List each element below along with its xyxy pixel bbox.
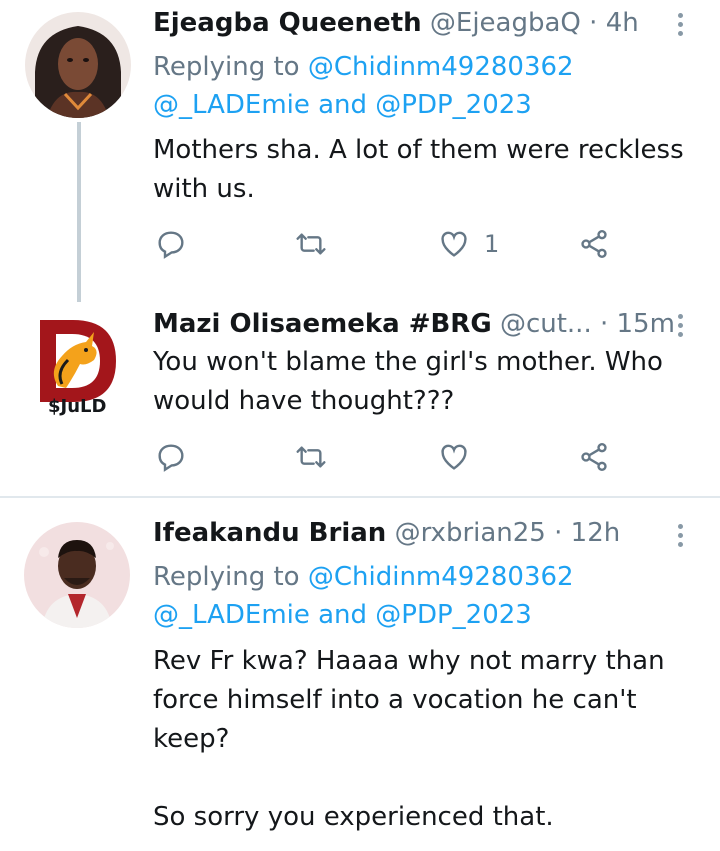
timestamp[interactable]: 12h — [571, 518, 621, 548]
replying-to-label: Replying to — [153, 562, 308, 592]
timestamp[interactable]: 4h — [606, 8, 639, 38]
user-handle[interactable]: @rxbrian25 — [395, 518, 546, 548]
tweet-header: Ejeagba Queeneth @EjeagbaQ · 4h — [153, 6, 639, 40]
like-icon — [441, 231, 467, 257]
reply-button[interactable] — [155, 226, 187, 262]
replying-to: Replying to @Chidinm49280362 @_LADEmie a… — [153, 558, 574, 634]
like-button[interactable] — [438, 439, 484, 475]
retweet-button[interactable] — [295, 226, 327, 262]
mention-link[interactable]: @Chidinm49280362 — [308, 52, 574, 82]
tweet-ifeakandu[interactable]: Ifeakandu Brian @rxbrian25 · 12h Replyin… — [0, 498, 720, 851]
share-icon — [581, 443, 607, 471]
timestamp[interactable]: 15m — [617, 309, 675, 339]
share-icon — [581, 230, 607, 258]
tweet-header: Ifeakandu Brian @rxbrian25 · 12h — [153, 516, 620, 550]
like-icon — [441, 444, 467, 470]
separator-dot: · — [591, 309, 617, 339]
like-count: 1 — [484, 230, 500, 258]
tweet-text: You won't blame the girl's mother. Who w… — [153, 347, 663, 416]
thread-line — [77, 122, 81, 302]
retweet-button[interactable] — [295, 439, 327, 475]
more-options-icon[interactable] — [670, 9, 690, 43]
tweet-ejeagba[interactable]: Ejeagba Queeneth @EjeagbaQ · 4h Replying… — [0, 0, 720, 302]
display-name[interactable]: Mazi Olisaemeka #BRG — [153, 309, 492, 339]
reply-button[interactable] — [155, 439, 187, 475]
tweet-actions: 1 — [155, 226, 615, 262]
share-button[interactable] — [578, 439, 610, 475]
separator-dot: · — [580, 8, 606, 38]
display-name[interactable]: Ejeagba Queeneth — [153, 8, 422, 38]
more-options-icon[interactable] — [670, 310, 690, 344]
tweet-header: Mazi Olisaemeka #BRG @cut... · 15m — [153, 307, 675, 341]
avatar[interactable] — [24, 522, 130, 628]
reply-icon — [158, 231, 184, 259]
tweet-mazi[interactable]: $JuLD Mazi Olisaemeka #BRG @cut... · 15m… — [0, 300, 720, 495]
replying-to-label: Replying to — [153, 52, 308, 82]
mention-link[interactable]: @_LADEmie and @PDP_2023 — [153, 600, 532, 630]
replying-to: Replying to @Chidinm49280362 @_LADEmie a… — [153, 48, 574, 124]
share-button[interactable] — [578, 226, 610, 262]
mention-link[interactable]: @_LADEmie and @PDP_2023 — [153, 90, 532, 120]
user-handle[interactable]: @cut... — [500, 309, 592, 339]
retweet-icon — [296, 233, 326, 255]
reply-icon — [158, 444, 184, 472]
more-options-icon[interactable] — [670, 520, 690, 554]
tweet-text: Rev Fr kwa? Haaaa why not marry than for… — [153, 646, 665, 832]
tweet-text: Mothers sha. A lot of them were reckless… — [153, 135, 684, 204]
mention-link[interactable]: @Chidinm49280362 — [308, 562, 574, 592]
display-name[interactable]: Ifeakandu Brian — [153, 518, 386, 548]
avatar[interactable] — [25, 12, 131, 118]
tweet-actions — [155, 439, 615, 475]
like-button[interactable]: 1 — [438, 226, 499, 262]
separator-dot: · — [545, 518, 571, 548]
user-handle[interactable]: @EjeagbaQ — [430, 8, 581, 38]
retweet-icon — [296, 446, 326, 468]
avatar-label: $JuLD — [48, 396, 107, 417]
